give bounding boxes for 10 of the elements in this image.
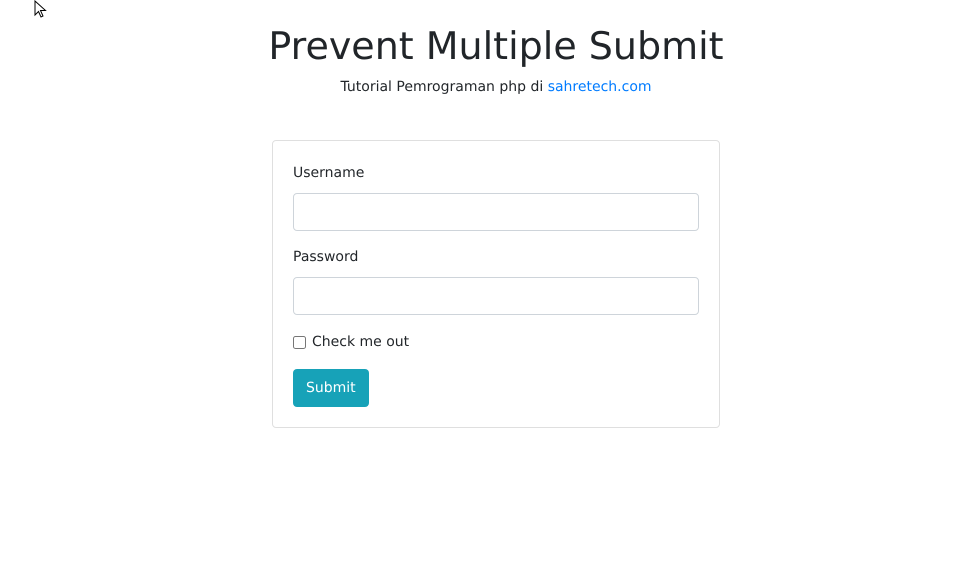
page-title: Prevent Multiple Submit — [268, 23, 724, 70]
field-label: Password — [293, 248, 360, 267]
checkbox[interactable] — [293, 336, 306, 348]
input-field[interactable] — [293, 193, 699, 231]
field-label: Username — [293, 164, 366, 183]
checkbox-label: Check me out — [312, 333, 410, 352]
subtitle: Tutorial Pemrograman php di — [340, 79, 544, 95]
submit-button[interactable]: Submit — [293, 369, 369, 407]
site-link[interactable]: sahretech.com — [548, 79, 652, 95]
input-field[interactable] — [293, 277, 699, 315]
